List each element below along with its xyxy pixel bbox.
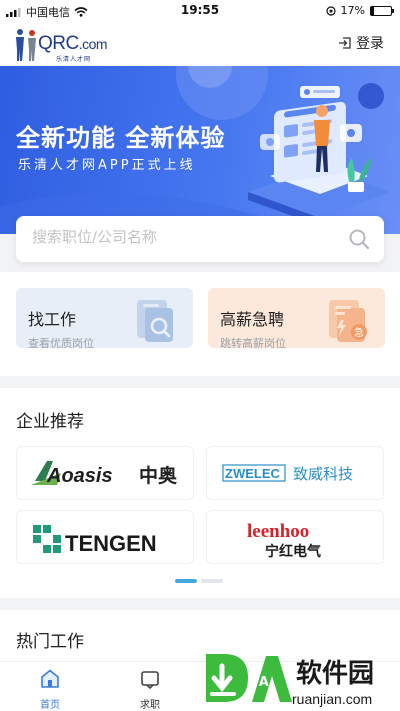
company-logo-aoasis: Aoasis 中奥 xyxy=(31,461,178,487)
tab-job-seek[interactable]: 求职 xyxy=(120,668,180,711)
logo-text: QRC.com xyxy=(38,33,108,55)
watermark-url: ruanjian.com xyxy=(292,691,372,707)
company-name-en: ZWELEC xyxy=(225,466,280,481)
section-title: 企业推荐 xyxy=(16,412,84,432)
company-name-cn: 致威科技 xyxy=(293,465,353,483)
tab-home[interactable]: 首页 xyxy=(20,668,80,711)
company-name-cn: 中奥 xyxy=(139,464,178,487)
urgent-hiring-card[interactable]: 高薪急聘 跳转高薪岗位 急 xyxy=(208,288,385,350)
section-title: 热门工作 xyxy=(16,632,84,652)
company-logo-tengen: TENGEN xyxy=(33,525,157,556)
banner-subtitle: 乐清人才网APP正式上线 xyxy=(18,158,196,173)
company-logo-zwelec: ZWELEC 致威科技 xyxy=(222,464,353,483)
company-name-en: leenhoo xyxy=(247,521,309,542)
login-label: 登录 xyxy=(356,36,384,52)
watermark-mark: DA xyxy=(248,675,269,690)
company-card-aoasis[interactable]: Aoasis 中奥 xyxy=(16,446,194,500)
promo-banner[interactable]: 全新功能 全新体验 乐清人才网APP正式上线 xyxy=(0,66,400,234)
watermark-logo: DA 软件园 ruanjian.com xyxy=(206,654,374,707)
urgent-badge: 急 xyxy=(354,326,364,339)
urgent-document-icon: 急 xyxy=(329,300,367,342)
quick-actions: 找工作 查看优质岗位 高薪急聘 跳转高薪岗位 急 xyxy=(0,272,400,376)
card-subtitle: 查看优质岗位 xyxy=(28,337,94,350)
company-logo-leenhoo: leenhoo 宁红电气 xyxy=(247,521,321,560)
job-seek-icon xyxy=(141,671,159,690)
search-input[interactable] xyxy=(32,228,332,246)
banner-title: 全新功能 全新体验 xyxy=(16,124,226,152)
carousel-dot[interactable] xyxy=(201,579,223,583)
tab-label: 首页 xyxy=(40,700,60,711)
logo-subtitle: 乐清人才网 xyxy=(56,56,92,63)
battery-icon xyxy=(370,5,394,16)
orientation-lock-icon xyxy=(325,5,336,16)
search-icon[interactable] xyxy=(348,228,370,250)
status-right: 17% xyxy=(325,4,394,17)
company-card-zwelec[interactable]: ZWELEC 致威科技 xyxy=(206,446,384,500)
logo-figures-icon xyxy=(16,29,36,61)
login-icon xyxy=(339,37,351,49)
company-name-cn: 宁红电气 xyxy=(265,543,321,560)
tab-label: 求职 xyxy=(140,700,160,711)
status-bar: 中国电信 19:55 17% xyxy=(0,0,400,22)
app-header: QRC.com 乐清人才网 登录 xyxy=(0,22,400,66)
search-document-icon xyxy=(137,300,173,342)
card-title: 找工作 xyxy=(28,310,77,329)
site-logo[interactable]: QRC.com 乐清人才网 xyxy=(14,26,114,63)
company-card-leenhoo[interactable]: leenhoo 宁红电气 xyxy=(206,510,384,564)
site-watermark: DA 软件园 ruanjian.com xyxy=(204,648,400,711)
carousel-dot-active[interactable] xyxy=(175,579,197,583)
battery-percent: 17% xyxy=(340,4,365,17)
logo-domain: .com xyxy=(78,36,108,52)
find-job-card[interactable]: 找工作 查看优质岗位 xyxy=(16,288,193,350)
search-bar[interactable] xyxy=(16,216,384,262)
enterprise-recommendations: 企业推荐 Aoasis 中奥 ZWELEC 致威科技 TENGEN leenho… xyxy=(0,388,400,598)
banner-illustration xyxy=(248,86,390,226)
home-icon xyxy=(41,669,59,688)
card-subtitle: 跳转高薪岗位 xyxy=(220,337,286,350)
company-name-en: TENGEN xyxy=(65,531,157,556)
watermark-text: 软件园 xyxy=(296,659,374,689)
login-button[interactable]: 登录 xyxy=(338,33,384,53)
logo-letters: QRC xyxy=(38,33,79,54)
carousel-indicator[interactable] xyxy=(175,579,223,583)
battery-level xyxy=(371,6,375,15)
card-title: 高薪急聘 xyxy=(220,310,285,329)
company-name-en: Aoasis xyxy=(46,465,113,487)
app-screen: 中国电信 19:55 17% QRC.com 乐清人才网 登录 全新功能 全新体… xyxy=(0,0,400,711)
company-card-tengen[interactable]: TENGEN xyxy=(16,510,194,564)
